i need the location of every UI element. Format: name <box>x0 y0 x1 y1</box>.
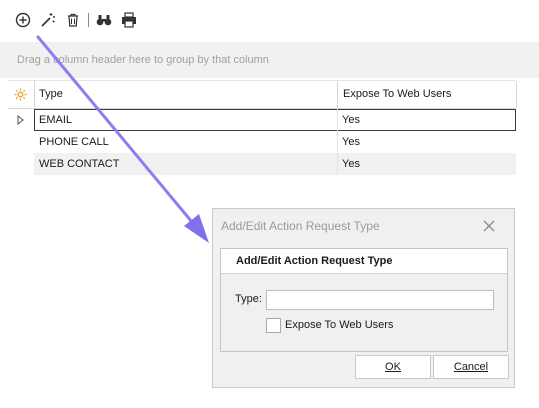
ok-button[interactable]: OK <box>355 355 431 379</box>
magic-wand-icon[interactable] <box>39 11 57 29</box>
group-box-header: Add/Edit Action Request Type <box>221 249 507 274</box>
cancel-button[interactable]: Cancel <box>433 355 509 379</box>
toolbar <box>0 0 539 42</box>
current-row-arrow-icon <box>17 115 24 125</box>
cell-expose: Yes <box>342 136 360 148</box>
grid-header: Type Expose To Web Users <box>8 80 517 109</box>
cell-type: PHONE CALL <box>39 136 109 148</box>
row-indicator <box>8 153 34 175</box>
cell-divider <box>337 109 338 131</box>
dialog-title: Add/Edit Action Request Type <box>221 219 380 233</box>
settings-sun-icon <box>14 88 27 101</box>
table-row[interactable]: PHONE CALL Yes <box>8 131 516 153</box>
cell-divider <box>337 131 338 153</box>
close-icon[interactable] <box>481 218 497 234</box>
column-header-expose-label: Expose To Web Users <box>343 88 452 100</box>
column-header-expose-to-web-users[interactable]: Expose To Web Users <box>338 81 517 108</box>
cell-type: WEB CONTACT <box>39 158 120 170</box>
column-header-type-label: Type <box>39 88 63 100</box>
group-box: Add/Edit Action Request Type Type: Expos… <box>220 248 508 352</box>
expose-to-web-users-checkbox[interactable] <box>266 318 281 333</box>
row-indicator <box>8 109 34 131</box>
ok-button-label: OK <box>385 361 401 373</box>
add-edit-action-request-type-dialog: Add/Edit Action Request Type Add/Edit Ac… <box>212 208 515 388</box>
toolbar-separator <box>88 13 89 27</box>
expose-to-web-users-label[interactable]: Expose To Web Users <box>285 319 393 331</box>
type-label: Type: <box>235 293 262 305</box>
type-input[interactable] <box>266 290 494 310</box>
cell-expose: Yes <box>342 158 360 170</box>
cancel-button-label: Cancel <box>453 361 489 373</box>
group-by-hint: Drag a column header here to group by th… <box>17 54 269 66</box>
row-indicator <box>8 131 34 153</box>
table-row[interactable]: WEB CONTACT Yes <box>8 153 516 175</box>
cell-expose: Yes <box>342 114 360 126</box>
cell-type: EMAIL <box>39 114 73 126</box>
group-by-panel[interactable]: Drag a column header here to group by th… <box>0 42 539 78</box>
add-circle-icon[interactable] <box>14 11 32 29</box>
trash-icon[interactable] <box>64 11 82 29</box>
printer-icon[interactable] <box>120 11 138 29</box>
column-chooser-button[interactable] <box>8 81 35 108</box>
cell-divider <box>337 153 338 175</box>
focused-row-outline <box>34 109 516 131</box>
binoculars-icon[interactable] <box>95 11 113 29</box>
table-row[interactable]: EMAIL Yes <box>8 109 516 131</box>
column-header-type[interactable]: Type <box>34 81 338 108</box>
group-box-title: Add/Edit Action Request Type <box>236 255 393 267</box>
